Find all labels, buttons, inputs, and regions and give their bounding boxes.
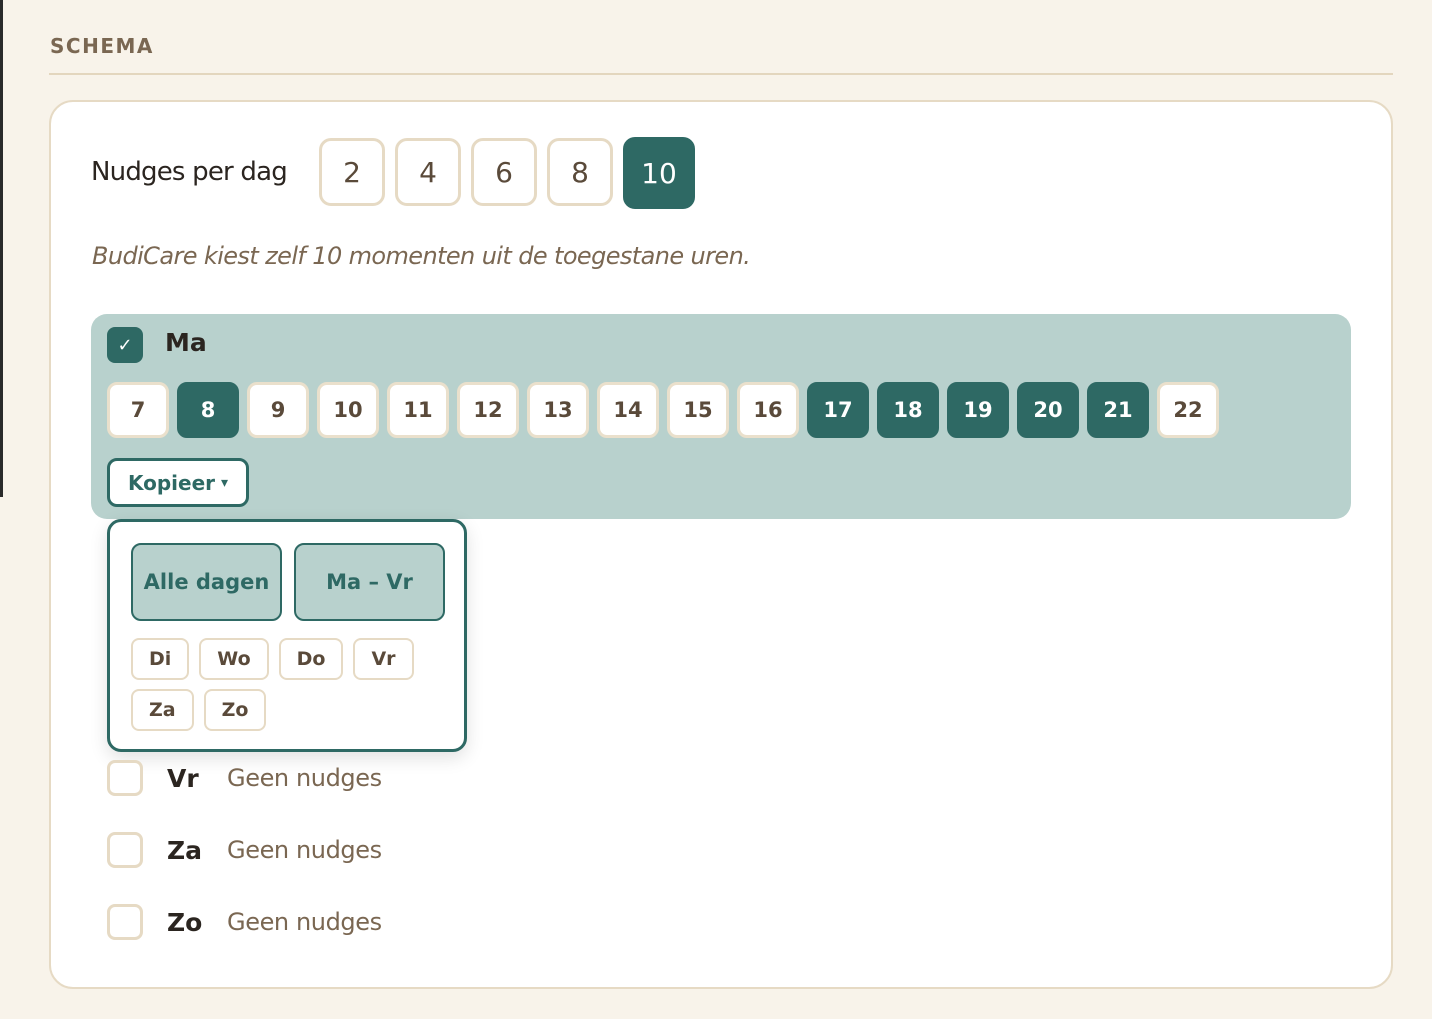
day-row-friday: Vr Geen nudges	[107, 760, 382, 796]
hour-toggle-9[interactable]: 9	[247, 382, 309, 438]
day-checkbox-friday[interactable]	[107, 760, 143, 796]
day-status-saturday: Geen nudges	[227, 836, 382, 864]
nudges-option-2[interactable]: 2	[319, 138, 385, 206]
day-label-sunday: Zo	[167, 907, 203, 937]
hour-toggle-10[interactable]: 10	[317, 382, 379, 438]
copy-to-do-button[interactable]: Do	[278, 638, 344, 680]
copy-button-label: Kopieer	[127, 470, 216, 495]
chevron-down-icon: ▾	[221, 474, 229, 491]
hour-toggle-12[interactable]: 12	[457, 382, 519, 438]
hour-toggle-16[interactable]: 16	[737, 382, 799, 438]
hour-toggle-19[interactable]: 19	[947, 382, 1009, 438]
day-row-saturday: Za Geen nudges	[107, 832, 382, 868]
hour-toggle-15[interactable]: 15	[667, 382, 729, 438]
hour-toggle-7[interactable]: 7	[107, 382, 169, 438]
schedule-hint: BudiCare kiest zelf 10 momenten uit de t…	[92, 242, 751, 270]
copy-to-za-button[interactable]: Za	[131, 689, 194, 731]
section-title: SCHEMA	[50, 34, 154, 58]
hour-toggle-22[interactable]: 22	[1157, 382, 1219, 438]
hour-toggle-18[interactable]: 18	[877, 382, 939, 438]
day-checkbox-saturday[interactable]	[107, 832, 143, 868]
nudges-option-10[interactable]: 10	[623, 137, 695, 209]
day-label-friday: Vr	[167, 763, 199, 793]
day-label-saturday: Za	[167, 835, 202, 865]
copy-to-zo-button[interactable]: Zo	[203, 689, 267, 731]
nudges-option-4[interactable]: 4	[395, 138, 461, 206]
hour-toggle-14[interactable]: 14	[597, 382, 659, 438]
day-checkbox-monday[interactable]: ✓	[107, 327, 143, 363]
window-edge	[0, 0, 3, 497]
hour-toggle-21[interactable]: 21	[1087, 382, 1149, 438]
section-divider	[49, 73, 1393, 75]
hour-toggle-8[interactable]: 8	[177, 382, 239, 438]
copy-day-options: Di Wo Do Vr Za Zo	[131, 638, 441, 731]
nudges-per-day-label: Nudges per dag	[91, 157, 288, 187]
hour-toggle-13[interactable]: 13	[527, 382, 589, 438]
day-label-monday: Ma	[165, 328, 207, 357]
day-row-sunday: Zo Geen nudges	[107, 904, 382, 940]
copy-all-days-button[interactable]: Alle dagen	[131, 543, 282, 621]
day-checkbox-sunday[interactable]	[107, 904, 143, 940]
nudges-option-6[interactable]: 6	[471, 138, 537, 206]
copy-to-vr-button[interactable]: Vr	[353, 638, 414, 680]
nudges-option-8[interactable]: 8	[547, 138, 613, 206]
nudges-per-day-options: 2 4 6 8 10	[319, 137, 695, 209]
hour-toggle-17[interactable]: 17	[807, 382, 869, 438]
day-status-friday: Geen nudges	[227, 764, 382, 792]
copy-to-wo-button[interactable]: Wo	[199, 638, 269, 680]
copy-menu: Alle dagen Ma – Vr Di Wo Do Vr Za Zo	[107, 519, 467, 752]
hour-toggle-20[interactable]: 20	[1017, 382, 1079, 438]
copy-weekdays-button[interactable]: Ma – Vr	[294, 543, 445, 621]
day-status-sunday: Geen nudges	[227, 908, 382, 936]
copy-to-di-button[interactable]: Di	[131, 638, 190, 680]
hour-picker: 7 8 9 10 11 12 13 14 15 16 17 18 19 20 2…	[107, 382, 1219, 438]
check-icon: ✓	[117, 334, 133, 356]
hour-toggle-11[interactable]: 11	[387, 382, 449, 438]
copy-button[interactable]: Kopieer ▾	[107, 458, 249, 507]
